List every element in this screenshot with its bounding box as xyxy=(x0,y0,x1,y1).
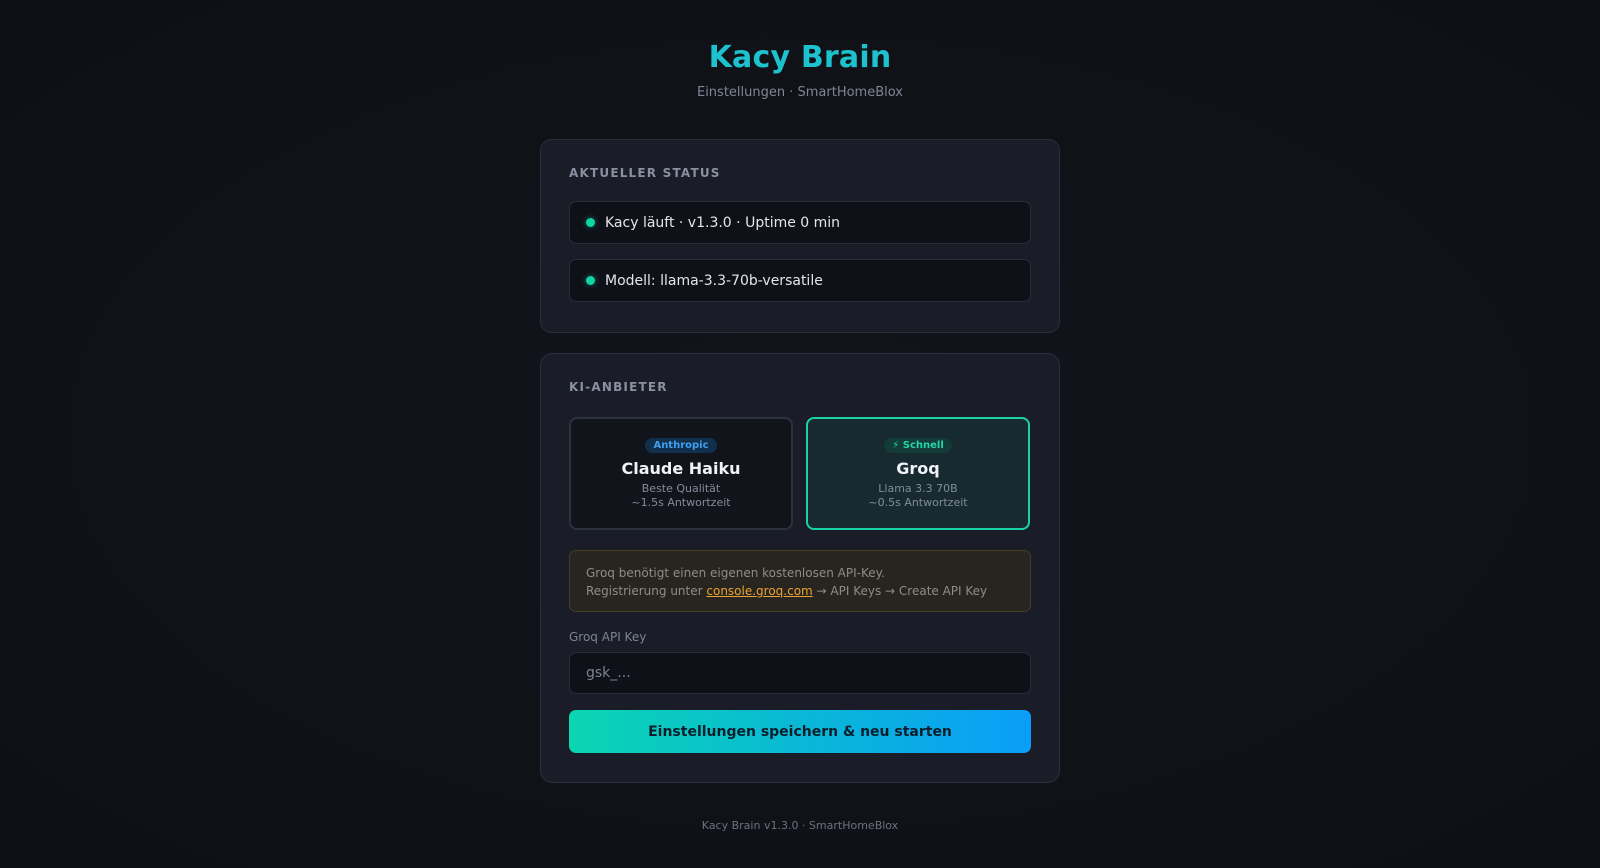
status-card: AKTUELLER STATUS Kacy läuft · v1.3.0 · U… xyxy=(540,139,1060,333)
status-dot-icon xyxy=(586,276,595,285)
notice-suffix: → API Keys → Create API Key xyxy=(812,584,988,598)
provider-section-label: KI-ANBIETER xyxy=(569,380,668,394)
app-subtitle: Einstellungen · SmartHomeBlox xyxy=(696,85,903,100)
app-title: Kacy Brain xyxy=(708,40,892,75)
status-model-text: Modell: llama-3.3-70b-versatile xyxy=(605,272,823,289)
provider-badge-schnell: ⚡ Schnell xyxy=(884,438,952,453)
provider-desc-line: Beste Qualität xyxy=(641,482,721,495)
notice-prefix: Registrierung unter xyxy=(586,584,707,598)
groq-console-link[interactable]: console.groq.com xyxy=(706,584,812,598)
provider-desc-line: ~1.5s Antwortzeit xyxy=(631,496,731,509)
provider-option-claude[interactable]: Anthropic Claude Haiku Beste Qualität ~1… xyxy=(569,417,793,530)
page-header: Kacy Brain Einstellungen · SmartHomeBlox xyxy=(0,0,1600,100)
status-row-running: Kacy läuft · v1.3.0 · Uptime 0 min xyxy=(569,201,1031,244)
save-restart-button[interactable]: Einstellungen speichern & neu starten xyxy=(569,710,1031,753)
api-key-label: Groq API Key xyxy=(569,630,647,644)
provider-desc-claude: Beste Qualität ~1.5s Antwortzeit xyxy=(571,482,791,510)
status-row-model: Modell: llama-3.3-70b-versatile xyxy=(569,259,1031,302)
status-section-label: AKTUELLER STATUS xyxy=(569,166,721,180)
provider-desc-groq: Llama 3.3 70B ~0.5s Antwortzeit xyxy=(808,482,1028,510)
api-key-input[interactable] xyxy=(569,652,1031,694)
provider-name-claude: Claude Haiku xyxy=(621,459,741,478)
provider-card: KI-ANBIETER Anthropic Claude Haiku Beste… xyxy=(540,353,1060,783)
notice-line-1: Groq benötigt einen eigenen kostenlosen … xyxy=(586,566,885,580)
notice-line-2: Registrierung unter console.groq.com → A… xyxy=(586,582,1014,600)
status-running-text: Kacy läuft · v1.3.0 · Uptime 0 min xyxy=(605,214,841,231)
groq-notice: Groq benötigt einen eigenen kostenlosen … xyxy=(569,550,1031,612)
provider-badge-anthropic: Anthropic xyxy=(645,438,717,453)
status-dot-icon xyxy=(586,218,595,227)
footer-text: Kacy Brain v1.3.0 · SmartHomeBlox xyxy=(701,819,899,832)
provider-desc-line: ~0.5s Antwortzeit xyxy=(868,496,968,509)
provider-option-groq[interactable]: ⚡ Schnell Groq Llama 3.3 70B ~0.5s Antwo… xyxy=(806,417,1030,530)
provider-desc-line: Llama 3.3 70B xyxy=(878,482,958,495)
provider-name-groq: Groq xyxy=(896,459,940,478)
